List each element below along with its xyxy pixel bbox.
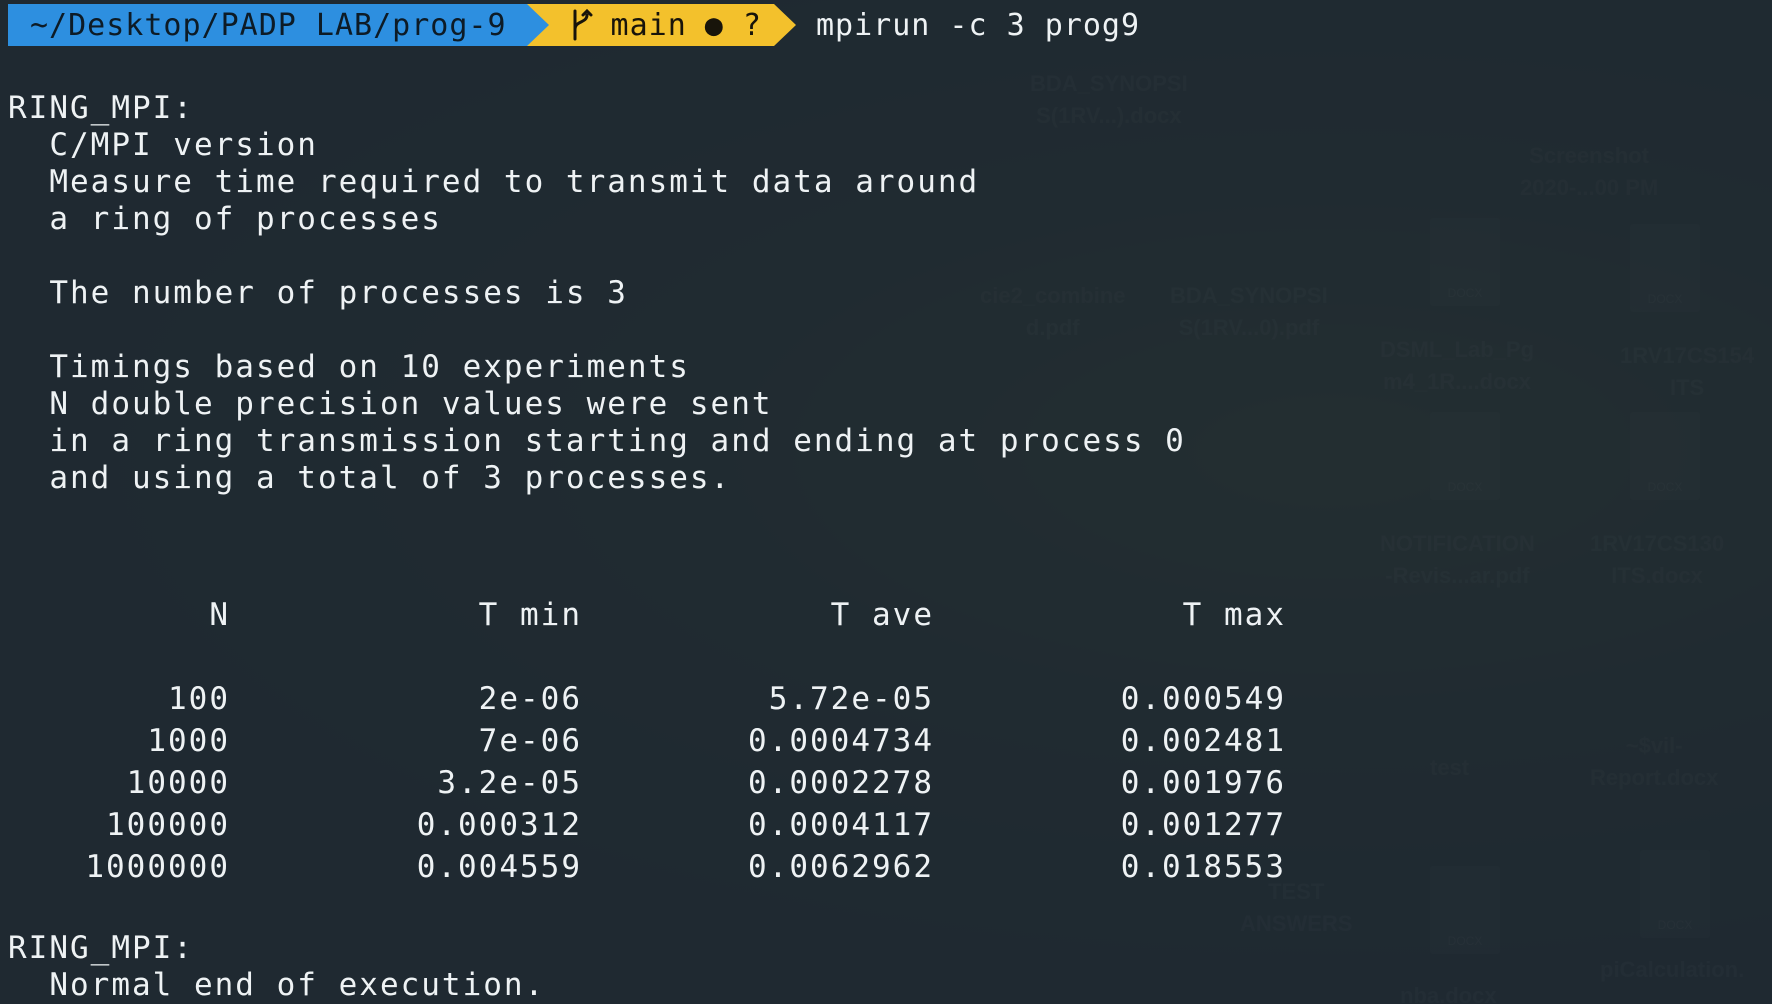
cell-tmax: 0.001277 xyxy=(1120,807,1286,843)
cell-tmax: 0.002481 xyxy=(1120,723,1286,759)
table-header-row: N T min T ave T max xyxy=(8,594,1286,678)
prompt-path-segment: ~/Desktop/PADP LAB/prog-9 xyxy=(8,4,527,46)
cell-tave: 0.0004117 xyxy=(748,807,934,843)
output-line: RING_MPI: xyxy=(8,90,194,126)
header-n: N xyxy=(209,597,230,633)
cell-tmin: 7e-06 xyxy=(478,723,582,759)
git-branch-icon xyxy=(573,9,593,41)
table-row: 10000 3.2e-05 0.0002278 0.001976 xyxy=(8,762,1286,804)
output-line: and using a total of 3 processes. xyxy=(8,460,732,496)
cell-n: 100 xyxy=(168,681,230,717)
prompt-path: ~/Desktop/PADP LAB/prog-9 xyxy=(30,7,507,43)
footer-line: Normal end of execution. xyxy=(8,967,546,1003)
output-line: C/MPI version xyxy=(8,127,318,163)
cell-tave: 0.0062962 xyxy=(748,849,934,885)
cell-tmin: 0.000312 xyxy=(416,807,582,843)
program-footer: RING_MPI: Normal end of execution. xyxy=(8,930,545,1004)
header-tmin: T min xyxy=(478,597,582,633)
output-line: Measure time required to transmit data a… xyxy=(8,164,980,200)
program-output: RING_MPI: C/MPI version Measure time req… xyxy=(8,90,1186,497)
cell-n: 1000 xyxy=(147,723,230,759)
prompt-separator-arrow xyxy=(526,4,549,46)
cell-n: 100000 xyxy=(106,807,230,843)
typed-command: mpirun -c 3 prog9 xyxy=(815,7,1141,43)
cell-tmax: 0.018553 xyxy=(1120,849,1286,885)
cell-n: 10000 xyxy=(126,765,230,801)
git-branch-name: main xyxy=(610,7,687,43)
output-line: in a ring transmission starting and endi… xyxy=(8,423,1186,459)
cell-tmin: 3.2e-05 xyxy=(437,765,582,801)
cell-tave: 0.0004734 xyxy=(748,723,934,759)
cell-tave: 0.0002278 xyxy=(748,765,934,801)
cell-tmin: 0.004559 xyxy=(416,849,582,885)
cell-tmin: 2e-06 xyxy=(478,681,582,717)
cell-tave: 5.72e-05 xyxy=(768,681,934,717)
timings-table: N T min T ave T max 100 2e-06 5.72e-05 0… xyxy=(8,594,1286,888)
prompt-git-segment: main ● ? xyxy=(548,4,774,46)
output-line: The number of processes is 3 xyxy=(8,275,628,311)
output-line: a ring of processes xyxy=(8,201,442,237)
table-row: 1000 7e-06 0.0004734 0.002481 xyxy=(8,720,1286,762)
header-tave: T ave xyxy=(830,597,934,633)
table-row: 100 2e-06 5.72e-05 0.000549 xyxy=(8,678,1286,720)
header-tmax: T max xyxy=(1182,597,1286,633)
git-status-indicator: ● ? xyxy=(704,7,762,43)
cell-tmax: 0.001976 xyxy=(1120,765,1286,801)
prompt-end-arrow xyxy=(773,4,796,46)
footer-line: RING_MPI: xyxy=(8,930,194,966)
terminal-window[interactable]: ~/Desktop/PADP LAB/prog-9 main ● ? mpiru… xyxy=(0,0,1772,1004)
output-line: N double precision values were sent xyxy=(8,386,773,422)
shell-prompt: ~/Desktop/PADP LAB/prog-9 main ● ? mpiru… xyxy=(8,4,1140,46)
cell-n: 1000000 xyxy=(85,849,230,885)
table-row: 100000 0.000312 0.0004117 0.001277 xyxy=(8,804,1286,846)
cell-tmax: 0.000549 xyxy=(1120,681,1286,717)
output-line: Timings based on 10 experiments xyxy=(8,349,690,385)
table-row: 1000000 0.004559 0.0062962 0.018553 xyxy=(8,846,1286,888)
